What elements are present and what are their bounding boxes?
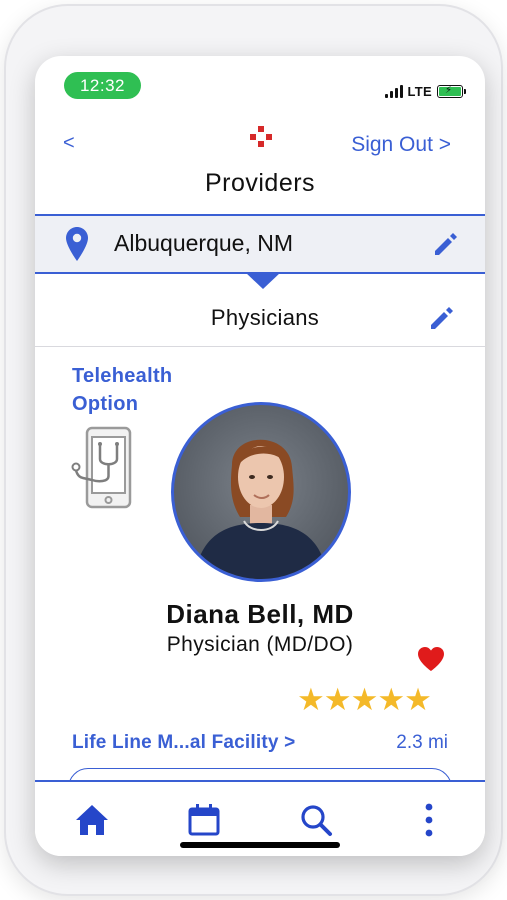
tab-more[interactable]: [409, 800, 449, 840]
network-label: LTE: [407, 83, 432, 99]
location-bar[interactable]: Albuquerque, NM: [35, 214, 485, 274]
home-indicator[interactable]: [180, 842, 340, 848]
phone-frame: 12:32 LTE ⚡ < Sign Out > Providers Albuq…: [4, 4, 503, 896]
status-time: 12:32: [64, 72, 141, 99]
telehealth-label-line2: Option: [72, 393, 139, 415]
battery-icon: ⚡: [437, 84, 466, 98]
category-value: Physicians: [210, 305, 320, 330]
app-screen: 12:32 LTE ⚡ < Sign Out > Providers Albuq…: [35, 56, 485, 856]
star-rating: ★★★★★: [297, 682, 432, 717]
page-title: Providers: [204, 169, 316, 197]
tab-calendar[interactable]: [184, 800, 224, 840]
app-logo: [246, 126, 276, 148]
back-button[interactable]: <: [63, 132, 75, 155]
map-pin-icon: [66, 227, 88, 261]
location-caret: [245, 272, 281, 289]
telehealth-phone-stethoscope-icon: [71, 426, 132, 509]
search-icon: [301, 805, 332, 836]
location-value: Albuquerque, NM: [114, 230, 293, 256]
more-vertical-icon: [425, 803, 433, 837]
calendar-icon: [188, 804, 220, 836]
favorite-heart-icon[interactable]: [417, 646, 445, 672]
provider-name: Diana Bell, MD: [166, 599, 354, 629]
edit-category-icon[interactable]: [429, 305, 455, 331]
signal-icon: [384, 84, 403, 98]
sign-out-button[interactable]: Sign Out >: [351, 133, 451, 157]
status-indicators: LTE ⚡: [384, 82, 466, 100]
telehealth-label-line1: Telehealth: [72, 365, 173, 387]
facility-link[interactable]: Life Line M...al Facility >: [72, 732, 295, 754]
provider-avatar[interactable]: [171, 402, 351, 582]
tab-search[interactable]: [296, 800, 336, 840]
distance-label: 2.3 mi: [396, 732, 448, 753]
category-row[interactable]: Physicians: [35, 290, 485, 347]
home-icon: [76, 805, 108, 835]
edit-location-icon[interactable]: [433, 231, 459, 257]
telehealth-label: Telehealth Option: [72, 362, 172, 418]
provider-photo: [194, 439, 328, 579]
tab-home[interactable]: [72, 800, 112, 840]
